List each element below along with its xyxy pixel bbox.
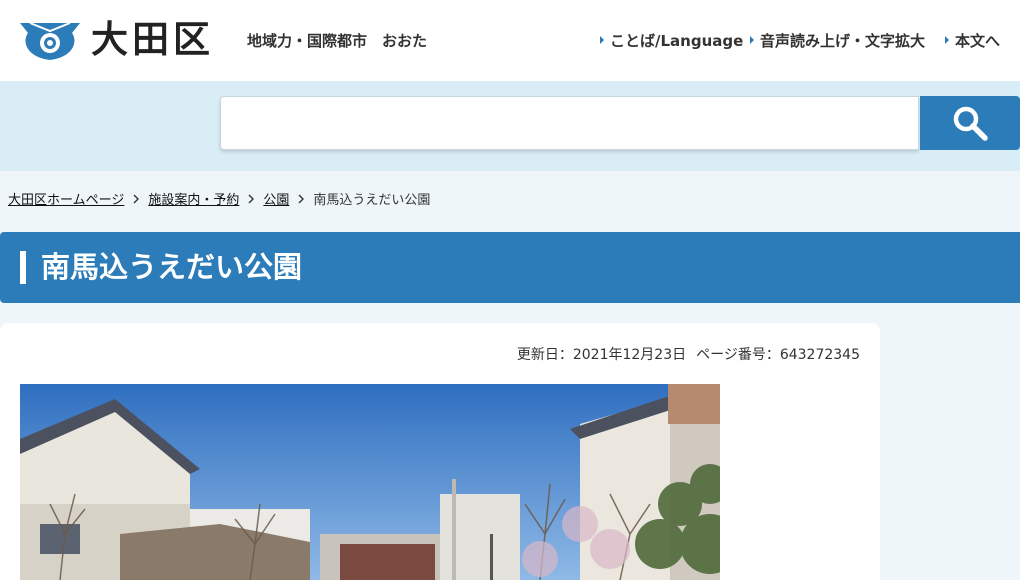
content-card: 更新日：2021年12月23日 ページ番号：643272345 (0, 323, 880, 580)
page-meta: 更新日：2021年12月23日 ページ番号：643272345 (517, 345, 860, 365)
breadcrumb-current: 南馬込うえだい公園 (313, 193, 431, 208)
page-title: 南馬込うえだい公園 (41, 250, 303, 284)
breadcrumb: 大田区ホームページ 施設案内・予約 公園 南馬込うえだい公園 (8, 192, 430, 210)
breadcrumb-home-link[interactable]: 大田区ホームページ (8, 192, 124, 210)
search-button[interactable] (920, 96, 1020, 150)
site-logo[interactable]: 大田区 (20, 19, 220, 61)
voice-reader-link[interactable]: 音声読み上げ・文字拡大 (750, 31, 925, 51)
breadcrumb-parks-link[interactable]: 公園 (263, 192, 289, 210)
park-photo (20, 384, 720, 580)
skip-to-main-link[interactable]: 本文へ (945, 31, 1000, 51)
chevron-right-icon (289, 192, 313, 210)
tagline: 地域力・国際都市 おおた (247, 32, 428, 50)
language-link[interactable]: ことば/Language (600, 31, 743, 51)
search-band (0, 81, 1020, 171)
updated-date: 更新日：2021年12月23日 (516, 347, 687, 363)
site-header: 大田区 地域力・国際都市 おおた ことば/Language 音声読み上げ・文字拡… (0, 0, 1020, 81)
chevron-right-icon (124, 192, 148, 210)
search-icon (953, 106, 988, 141)
search-input[interactable] (220, 96, 919, 150)
breadcrumb-facilities-link[interactable]: 施設案内・予約 (148, 192, 239, 210)
title-accent-bar (20, 251, 26, 284)
city-emblem-icon (20, 22, 80, 60)
chevron-right-icon (239, 192, 263, 210)
page-title-banner: 南馬込うえだい公園 (0, 232, 1020, 303)
logo-text: 大田区 (91, 18, 214, 61)
page-number: ページ番号：643272345 (696, 347, 860, 363)
